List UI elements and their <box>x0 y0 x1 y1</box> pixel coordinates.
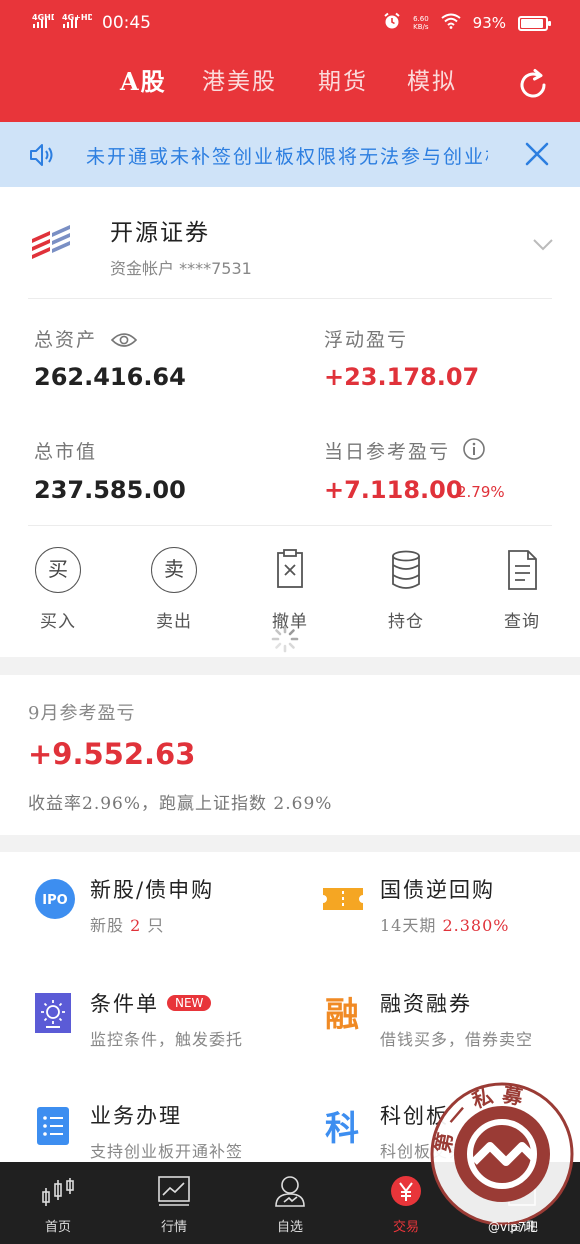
market-value-label: 总市值 <box>34 441 98 463</box>
margin-trading-icon: 融 <box>322 992 364 1035</box>
monthly-pl-summary: 收益率2.96%，跑赢上证指数 2.69% <box>28 794 333 814</box>
refresh-icon[interactable] <box>516 68 550 102</box>
chevron-down-icon[interactable] <box>532 237 554 256</box>
business-list-icon <box>34 1104 76 1146</box>
wifi-icon <box>441 13 461 33</box>
broker-logo-icon <box>30 225 74 265</box>
battery-percent: 93% <box>472 14 506 32</box>
conditional-order-subtitle: 监控条件，触发委托 <box>90 1030 244 1049</box>
tab-futures[interactable]: 期货 <box>318 62 368 96</box>
buy-icon: 买 <box>35 547 81 593</box>
app-header: 4GHD 4G+HD 00:45 6.60KB/s 93% A股 港美股 期货 … <box>0 0 580 122</box>
ipo-icon: IPO <box>34 878 76 920</box>
svg-text:科: 科 <box>325 1109 359 1146</box>
sell-icon: 卖 <box>151 547 197 593</box>
tab-hk-us-stocks[interactable]: 港美股 <box>202 62 277 96</box>
daily-pl-label: 当日参考盈亏 <box>324 437 486 466</box>
ipo-title: 新股/债申购 <box>90 878 215 902</box>
query-button[interactable]: 查询 <box>482 547 562 632</box>
watermark-caption: @vip7吧 <box>488 1220 538 1234</box>
broker-name[interactable]: 开源证券 <box>110 213 210 247</box>
close-icon[interactable] <box>524 141 550 171</box>
margin-trading-subtitle: 借钱买多，借券卖空 <box>380 1030 534 1049</box>
monthly-pl-card[interactable]: 9月参考盈亏 +9.552.63 收益率2.96%，跑赢上证指数 2.69% <box>0 675 580 835</box>
margin-trading-title: 融资融券 <box>380 992 472 1016</box>
position-icon <box>383 547 429 593</box>
tab-a-shares[interactable]: A股 <box>120 62 167 97</box>
account-card: 开源证券 资金帐户 ****7531 总资产 262.416.64 浮动盈亏 +… <box>0 187 580 657</box>
total-assets-label: 总资产 <box>34 325 138 354</box>
new-badge: NEW <box>167 995 212 1011</box>
nav-market[interactable]: 行情 <box>134 1174 214 1235</box>
eye-icon[interactable] <box>110 331 138 354</box>
monthly-pl-title: 9月参考盈亏 <box>28 703 136 724</box>
nav-market-label: 行情 <box>160 1220 187 1235</box>
ticket-icon <box>322 878 364 920</box>
floating-pl-label: 浮动盈亏 <box>324 329 409 351</box>
notice-text: 未开通或未补签创业板权限将无法参与创业板交易 <box>86 146 488 168</box>
total-assets-value: 262.416.64 <box>34 363 186 391</box>
account-number: 资金帐户 ****7531 <box>110 259 252 278</box>
trade-yen-icon <box>388 1174 424 1208</box>
watchlist-user-icon <box>272 1174 308 1208</box>
ipo-subtitle: 新股 2 只 <box>90 916 165 935</box>
buy-label: 买入 <box>40 612 76 632</box>
monthly-pl-value: +9.552.63 <box>28 737 196 771</box>
sell-label: 卖出 <box>156 612 192 632</box>
daily-pl-value: +7.118.00 <box>324 476 463 504</box>
star-market-icon: 科 <box>322 1104 364 1149</box>
business-handling-title: 业务办理 <box>90 1104 182 1128</box>
svg-text:融: 融 <box>325 995 359 1034</box>
battery-fill <box>521 18 543 28</box>
buy-button[interactable]: 买 买入 <box>18 547 98 632</box>
signal-icon-2: 4G+HD <box>62 13 95 33</box>
nav-home[interactable]: 首页 <box>18 1174 98 1235</box>
loading-spinner-icon <box>270 624 300 654</box>
network-speed: 6.60 KB/s <box>413 15 429 31</box>
conditional-order-title: 条件单 NEW <box>90 988 212 1018</box>
cancel-order-button[interactable]: 撤单 <box>250 547 330 632</box>
status-time: 00:45 <box>102 13 151 33</box>
sell-button[interactable]: 卖 卖出 <box>134 547 214 632</box>
position-button[interactable]: 持仓 <box>366 547 446 632</box>
signal-icon: 4GHD <box>32 13 58 33</box>
position-label: 持仓 <box>388 612 424 632</box>
watermark-seal-icon: 第 一 私 募 <box>430 1082 575 1227</box>
reverse-repo-title: 国债逆回购 <box>380 878 495 902</box>
market-chart-icon <box>156 1174 192 1208</box>
daily-pl-percent: 2.79% <box>457 483 505 501</box>
nav-watchlist-label: 自选 <box>276 1220 303 1235</box>
notice-banner[interactable]: 未开通或未补签创业板权限将无法参与创业板交易 <box>0 122 580 187</box>
divider <box>28 525 552 526</box>
tab-simulation[interactable]: 模拟 <box>407 62 457 96</box>
floating-pl-value: +23.178.07 <box>324 363 480 391</box>
conditional-order-icon <box>34 992 76 1034</box>
divider <box>28 298 552 299</box>
status-bar: 4GHD 4G+HD 00:45 6.60KB/s 93% <box>0 0 580 46</box>
nav-watchlist[interactable]: 自选 <box>250 1174 330 1235</box>
market-value-value: 237.585.00 <box>34 476 186 504</box>
alarm-icon <box>383 12 401 34</box>
reverse-repo-subtitle: 14天期 2.380% <box>380 916 510 935</box>
business-handling-subtitle: 支持创业板开通补签 <box>90 1142 244 1161</box>
home-candlestick-icon <box>40 1174 76 1208</box>
query-icon <box>499 547 545 593</box>
cancel-order-icon <box>267 547 313 593</box>
market-tabs: A股 港美股 期货 模拟 <box>0 62 580 106</box>
query-label: 查询 <box>504 612 540 632</box>
battery-icon <box>518 15 551 31</box>
nav-home-label: 首页 <box>44 1220 71 1235</box>
info-icon[interactable] <box>462 437 486 466</box>
svg-text:IPO: IPO <box>42 893 67 908</box>
speaker-icon <box>28 142 56 172</box>
